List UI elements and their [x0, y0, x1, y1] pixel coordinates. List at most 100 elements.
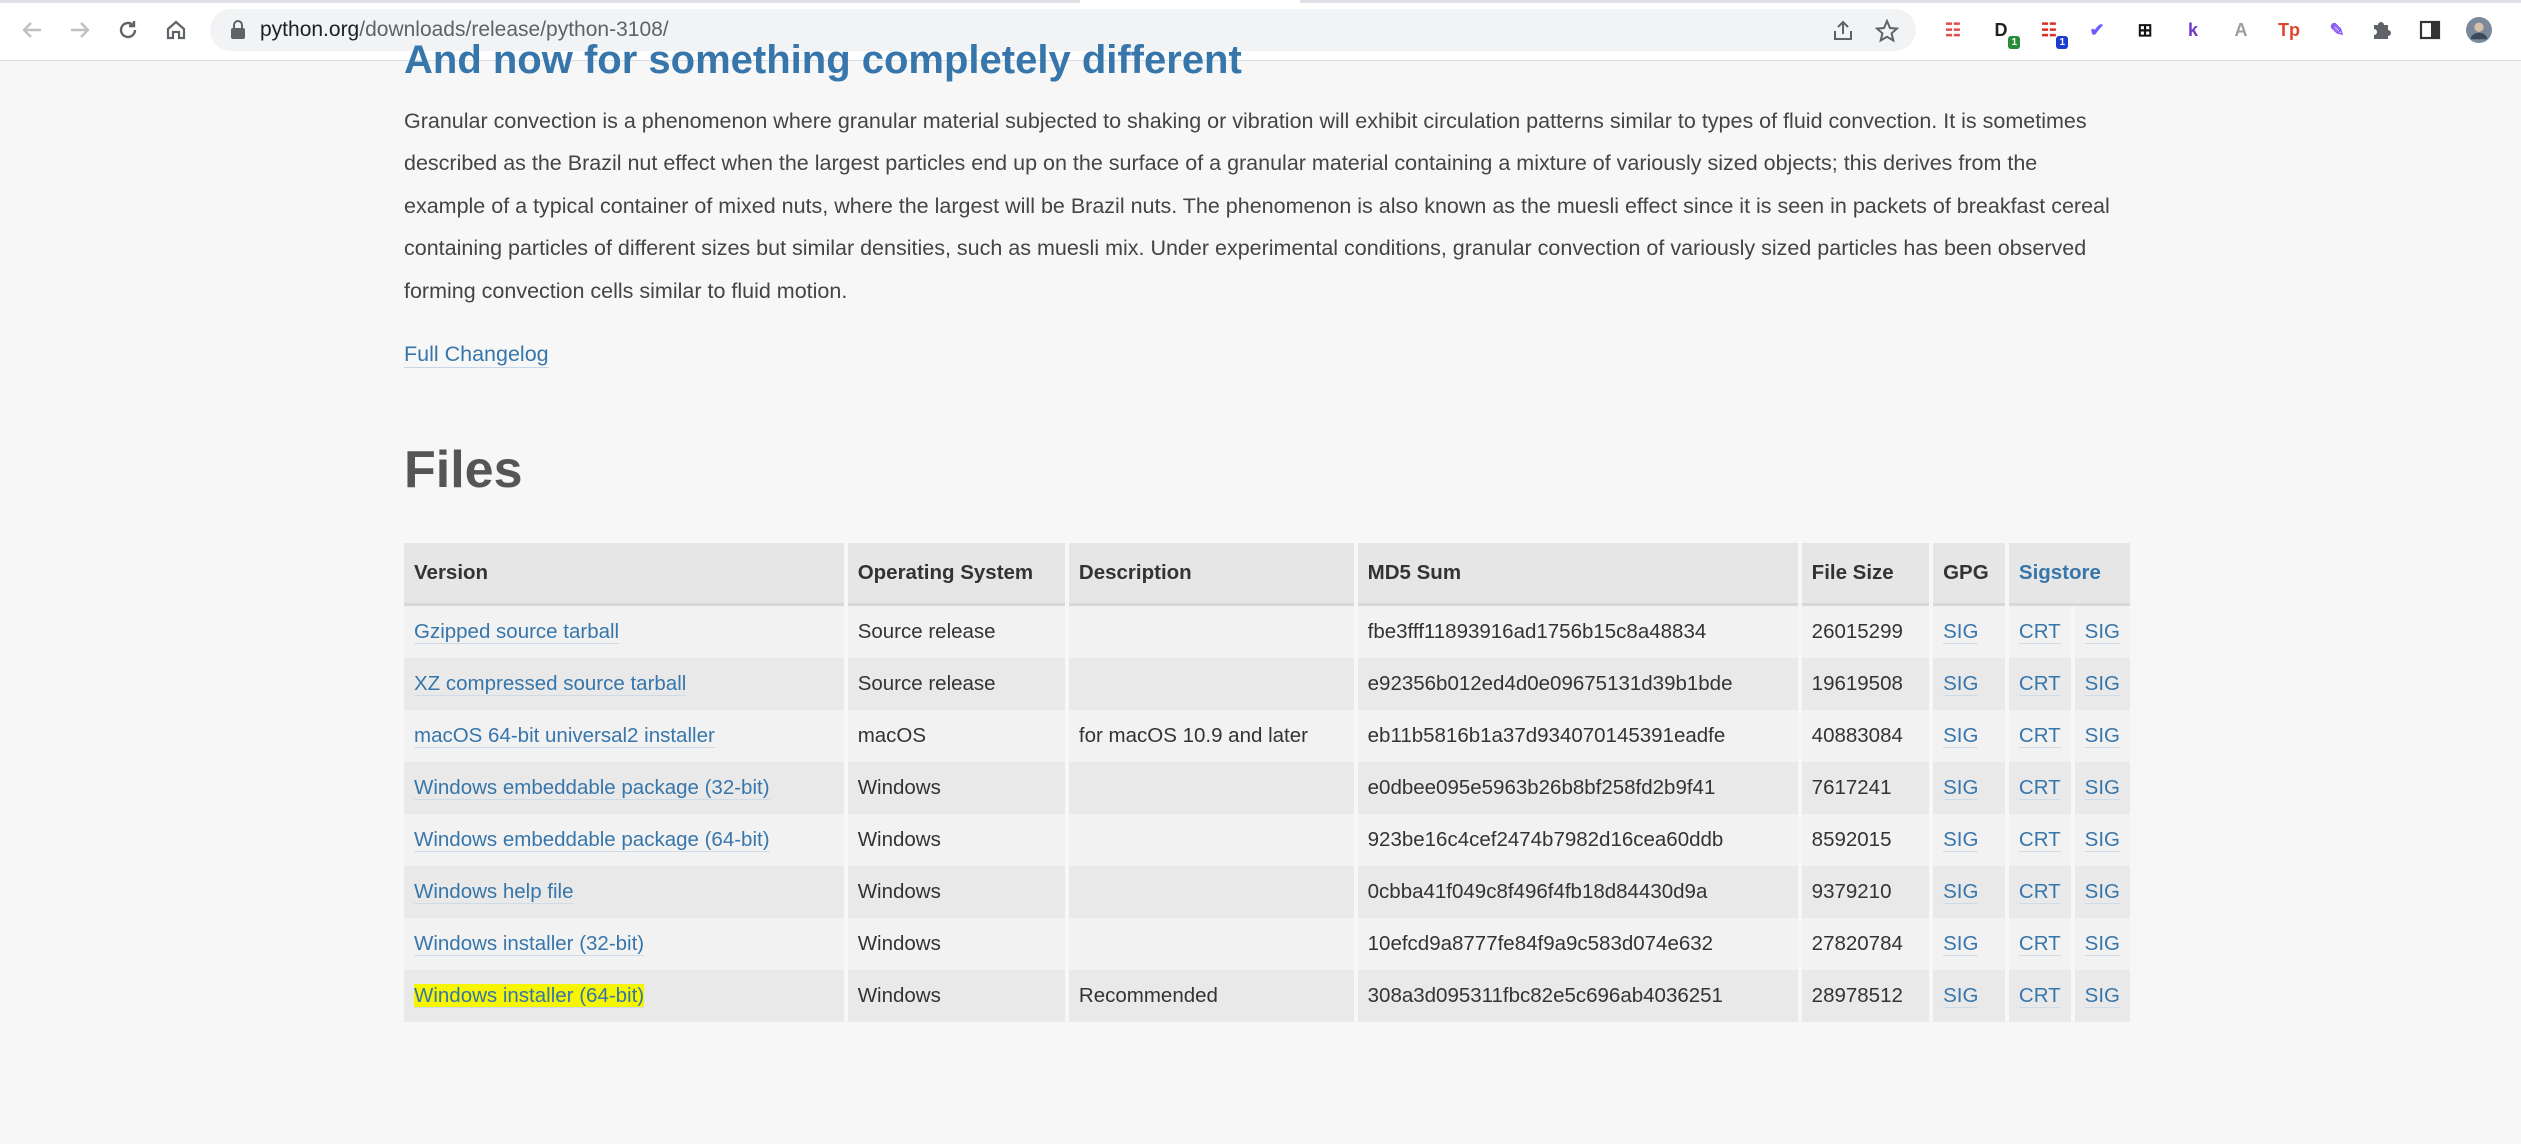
sigstore-sig-cell: SIG	[2074, 762, 2130, 814]
file-size-text: 9379210	[1811, 880, 1892, 903]
description-cell	[1068, 606, 1354, 658]
file-size-cell: 9379210	[1801, 866, 1930, 918]
forward-button[interactable]	[62, 12, 98, 48]
col-file-size: File Size	[1801, 543, 1930, 606]
sigstore-crt-link[interactable]: CRT	[2018, 932, 2061, 956]
md5-cell: fbe3fff11893916ad1756b15c8a48834	[1357, 606, 1798, 658]
md5-text: 923be16c4cef2474b7982d16cea60ddb	[1367, 828, 1724, 851]
version-link[interactable]: Windows installer (32-bit)	[414, 932, 645, 956]
sigstore-sig-cell: SIG	[2074, 866, 2130, 918]
sigstore-sig-link[interactable]: SIG	[2084, 984, 2120, 1008]
browser-toolbar: python.org/downloads/release/python-3108…	[0, 0, 2521, 61]
sigstore-sig-cell: SIG	[2074, 918, 2130, 970]
sigstore-crt-link[interactable]: CRT	[2018, 984, 2061, 1008]
sigstore-sig-link[interactable]: SIG	[2084, 880, 2120, 904]
md5-text: 308a3d095311fbc82e5c696ab4036251	[1367, 984, 1723, 1007]
profile-avatar[interactable]	[2466, 17, 2492, 43]
gpg-sig-link[interactable]: SIG	[1943, 828, 1979, 852]
version-link[interactable]: Windows embeddable package (32-bit)	[414, 776, 770, 800]
os-text: Windows	[857, 828, 941, 851]
gpg-sig-cell: SIG	[1933, 658, 2005, 710]
os-cell: Source release	[847, 658, 1065, 710]
md5-cell: 0cbba41f049c8f496f4fb18d84430d9a	[1357, 866, 1798, 918]
sigstore-crt-link[interactable]: CRT	[2018, 724, 2061, 748]
sigstore-crt-link[interactable]: CRT	[2018, 880, 2061, 904]
file-size-text: 28978512	[1811, 984, 1903, 1007]
description-paragraph: Granular convection is a phenomenon wher…	[404, 109, 2110, 303]
sigstore-crt-link[interactable]: CRT	[2018, 672, 2061, 696]
ext-8-icon[interactable]: Tp	[2276, 17, 2302, 43]
table-row: Windows help file Windows 0cbba41f049c8f49…	[404, 866, 2130, 918]
version-link[interactable]: Windows installer (64-bit)	[414, 984, 645, 1008]
description-text: for macOS 10.9 and later	[1078, 724, 1308, 747]
version-link[interactable]: Gzipped source tarball	[414, 620, 620, 644]
sigstore-sig-cell: SIG	[2074, 814, 2130, 866]
home-button[interactable]	[158, 12, 194, 48]
version-cell: XZ compressed source tarball	[404, 658, 844, 710]
sigstore-crt-link[interactable]: CRT	[2018, 828, 2061, 852]
gpg-sig-link[interactable]: SIG	[1943, 724, 1979, 748]
col-os: Operating System	[847, 543, 1065, 606]
description-cell	[1068, 762, 1354, 814]
sigstore-crt-link[interactable]: CRT	[2018, 620, 2061, 644]
os-text: Windows	[857, 880, 941, 903]
reload-button[interactable]	[110, 12, 146, 48]
description-cell: Recommended	[1068, 970, 1354, 1022]
sigstore-sig-link[interactable]: SIG	[2084, 724, 2120, 748]
os-cell: macOS	[847, 710, 1065, 762]
gpg-sig-link[interactable]: SIG	[1943, 672, 1979, 696]
version-link[interactable]: XZ compressed source tarball	[414, 672, 687, 696]
ext-4-icon[interactable]: ✔	[2084, 17, 2110, 43]
version-link[interactable]: Windows help file	[414, 880, 574, 904]
gpg-sig-link[interactable]: SIG	[1943, 880, 1979, 904]
version-link[interactable]: Windows embeddable package (64-bit)	[414, 828, 770, 852]
md5-text: 10efcd9a8777fe84f9a9c583d074e632	[1367, 932, 1714, 955]
md5-text: e92356b012ed4d0e09675131d39b1bde	[1367, 672, 1733, 695]
table-row: Windows embeddable package (64-bit) Windo…	[404, 814, 2130, 866]
sigstore-crt-cell: CRT	[2008, 918, 2071, 970]
sigstore-link[interactable]: Sigstore	[2019, 561, 2101, 584]
gpg-sig-link[interactable]: SIG	[1943, 620, 1979, 644]
sigstore-crt-link[interactable]: CRT	[2018, 776, 2061, 800]
col-version: Version	[404, 543, 844, 606]
file-size-text: 40883084	[1811, 724, 1903, 747]
ext-1-icon[interactable]: ☷	[1940, 17, 1966, 43]
gpg-sig-cell: SIG	[1933, 918, 2005, 970]
table-row: XZ compressed source tarball Source relea…	[404, 658, 2130, 710]
ext-7-icon[interactable]: A	[2228, 17, 2254, 43]
os-cell: Windows	[847, 918, 1065, 970]
back-button[interactable]	[14, 12, 50, 48]
side-panel-icon[interactable]	[2417, 17, 2443, 43]
table-row: Windows embeddable package (32-bit) Windo…	[404, 762, 2130, 814]
share-icon[interactable]	[1830, 18, 1856, 44]
ext-2-icon[interactable]: D1	[1988, 17, 2020, 49]
version-link[interactable]: macOS 64-bit universal2 installer	[414, 724, 715, 748]
sigstore-sig-link[interactable]: SIG	[2084, 672, 2120, 696]
ext-5-icon[interactable]: ⊞	[2132, 17, 2158, 43]
file-size-text: 27820784	[1811, 932, 1903, 955]
sigstore-sig-cell: SIG	[2074, 970, 2130, 1022]
puzzle-icon[interactable]	[2368, 17, 2394, 43]
table-row: Gzipped source tarball Source release fbe3…	[404, 606, 2130, 658]
gpg-sig-link[interactable]: SIG	[1943, 932, 1979, 956]
extension-glyph: k	[2187, 19, 2198, 40]
tab-strip-edge	[1300, 0, 2521, 3]
file-size-cell: 19619508	[1801, 658, 1930, 710]
ext-6-icon[interactable]: k	[2180, 17, 2206, 43]
os-cell: Windows	[847, 970, 1065, 1022]
sigstore-sig-link[interactable]: SIG	[2084, 932, 2120, 956]
full-changelog-link[interactable]: Full Changelog	[404, 342, 549, 368]
gpg-sig-link[interactable]: SIG	[1943, 984, 1979, 1008]
extension-glyph: ☷	[1944, 19, 1962, 40]
sigstore-sig-link[interactable]: SIG	[2084, 828, 2120, 852]
md5-cell: 308a3d095311fbc82e5c696ab4036251	[1357, 970, 1798, 1022]
file-size-cell: 8592015	[1801, 814, 1930, 866]
ext-9-icon[interactable]: ✎	[2324, 17, 2350, 43]
sigstore-sig-link[interactable]: SIG	[2084, 776, 2120, 800]
os-cell: Windows	[847, 762, 1065, 814]
gpg-sig-link[interactable]: SIG	[1943, 776, 1979, 800]
ext-3-icon[interactable]: ☷ 1	[2036, 17, 2068, 49]
gpg-sig-cell: SIG	[1933, 762, 2005, 814]
sigstore-sig-link[interactable]: SIG	[2084, 620, 2120, 644]
bookmark-star-icon[interactable]	[1874, 18, 1900, 44]
